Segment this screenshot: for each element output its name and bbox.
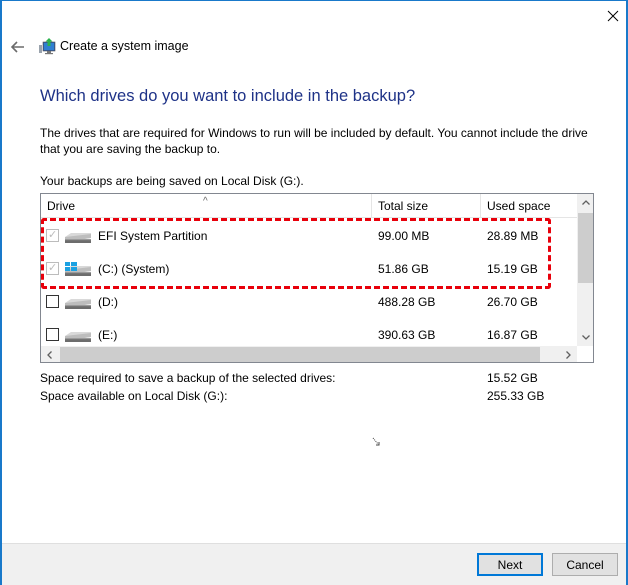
drive-icon [65, 332, 91, 342]
drive-checkbox-c[interactable]: ✓ [46, 262, 59, 275]
column-label: Used space [487, 199, 551, 213]
chevron-right-icon [566, 350, 571, 359]
chevron-left-icon [47, 350, 52, 359]
space-available-label: Space available on Local Disk (G:): [40, 389, 228, 403]
column-header-used-space[interactable]: Used space [481, 194, 577, 218]
scroll-left-button[interactable] [41, 346, 58, 362]
column-label: Drive [47, 199, 76, 213]
drive-used-space: 28.89 MB [487, 229, 539, 243]
windows-drive-icon [65, 262, 91, 276]
drive-used-space: 26.70 GB [487, 295, 538, 309]
back-button[interactable] [8, 37, 28, 57]
drive-checkbox-d[interactable] [46, 295, 59, 308]
drive-row-efi[interactable]: ✓ EFI System Partition 99.00 MB 28.89 MB [41, 220, 577, 253]
back-arrow-icon [11, 41, 24, 53]
close-button[interactable] [598, 4, 628, 28]
drive-total-size: 390.63 GB [378, 328, 436, 342]
scroll-down-button[interactable] [577, 329, 593, 346]
list-header: Drive ^ Total size Used space [41, 194, 577, 218]
drive-icon [65, 299, 91, 309]
scrollbar-corner [577, 346, 593, 362]
drive-name: (E:) [98, 328, 118, 342]
checkmark-icon: ✓ [48, 262, 58, 274]
drive-name: (D:) [98, 295, 118, 309]
scroll-up-button[interactable] [577, 194, 593, 211]
window-title: Create a system image [60, 39, 189, 53]
vertical-scroll-thumb[interactable] [578, 213, 593, 283]
drive-list[interactable]: Drive ^ Total size Used space ✓ EFI Syst… [40, 193, 594, 363]
mouse-cursor-icon [372, 437, 380, 446]
dialog-window: Create a system image Which drives do yo… [0, 0, 628, 585]
drive-name: EFI System Partition [98, 229, 208, 243]
drive-row-d[interactable]: (D:) 488.28 GB 26.70 GB [41, 286, 577, 319]
space-required-label: Space required to save a backup of the s… [40, 371, 336, 385]
system-image-icon [39, 38, 56, 55]
drive-total-size: 488.28 GB [378, 295, 436, 309]
space-required-value: 15.52 GB [487, 371, 538, 385]
page-heading: Which drives do you want to include in t… [40, 87, 416, 105]
drive-checkbox-e[interactable] [46, 328, 59, 341]
drive-row-c[interactable]: ✓ (C:) (System) 51.86 GB 15.19 GB [41, 253, 577, 286]
space-available-value: 255.33 GB [487, 389, 545, 403]
dialog-footer: Next Cancel [2, 543, 626, 585]
drive-used-space: 16.87 GB [487, 328, 538, 342]
drive-checkbox-efi[interactable]: ✓ [46, 229, 59, 242]
sort-ascending-icon: ^ [203, 196, 208, 207]
column-label: Total size [378, 199, 429, 213]
column-header-total-size[interactable]: Total size [372, 194, 481, 218]
drive-icon [65, 233, 91, 243]
cancel-button[interactable]: Cancel [552, 553, 618, 576]
horizontal-scrollbar[interactable] [41, 346, 577, 362]
drive-total-size: 51.86 GB [378, 262, 429, 276]
next-button[interactable]: Next [477, 553, 543, 576]
horizontal-scroll-thumb[interactable] [60, 347, 540, 362]
description-text: The drives that are required for Windows… [40, 126, 588, 156]
scroll-right-button[interactable] [560, 346, 577, 362]
drive-used-space: 15.19 GB [487, 262, 538, 276]
backup-destination-text: Your backups are being saved on Local Di… [40, 174, 304, 188]
drive-total-size: 99.00 MB [378, 229, 430, 243]
vertical-scrollbar[interactable] [577, 194, 593, 346]
close-icon [607, 10, 619, 22]
checkmark-icon: ✓ [48, 229, 58, 241]
column-header-drive[interactable]: Drive ^ [41, 194, 372, 218]
chevron-down-icon [581, 335, 590, 340]
drive-name: (C:) (System) [98, 262, 170, 276]
chevron-up-icon [581, 200, 590, 205]
